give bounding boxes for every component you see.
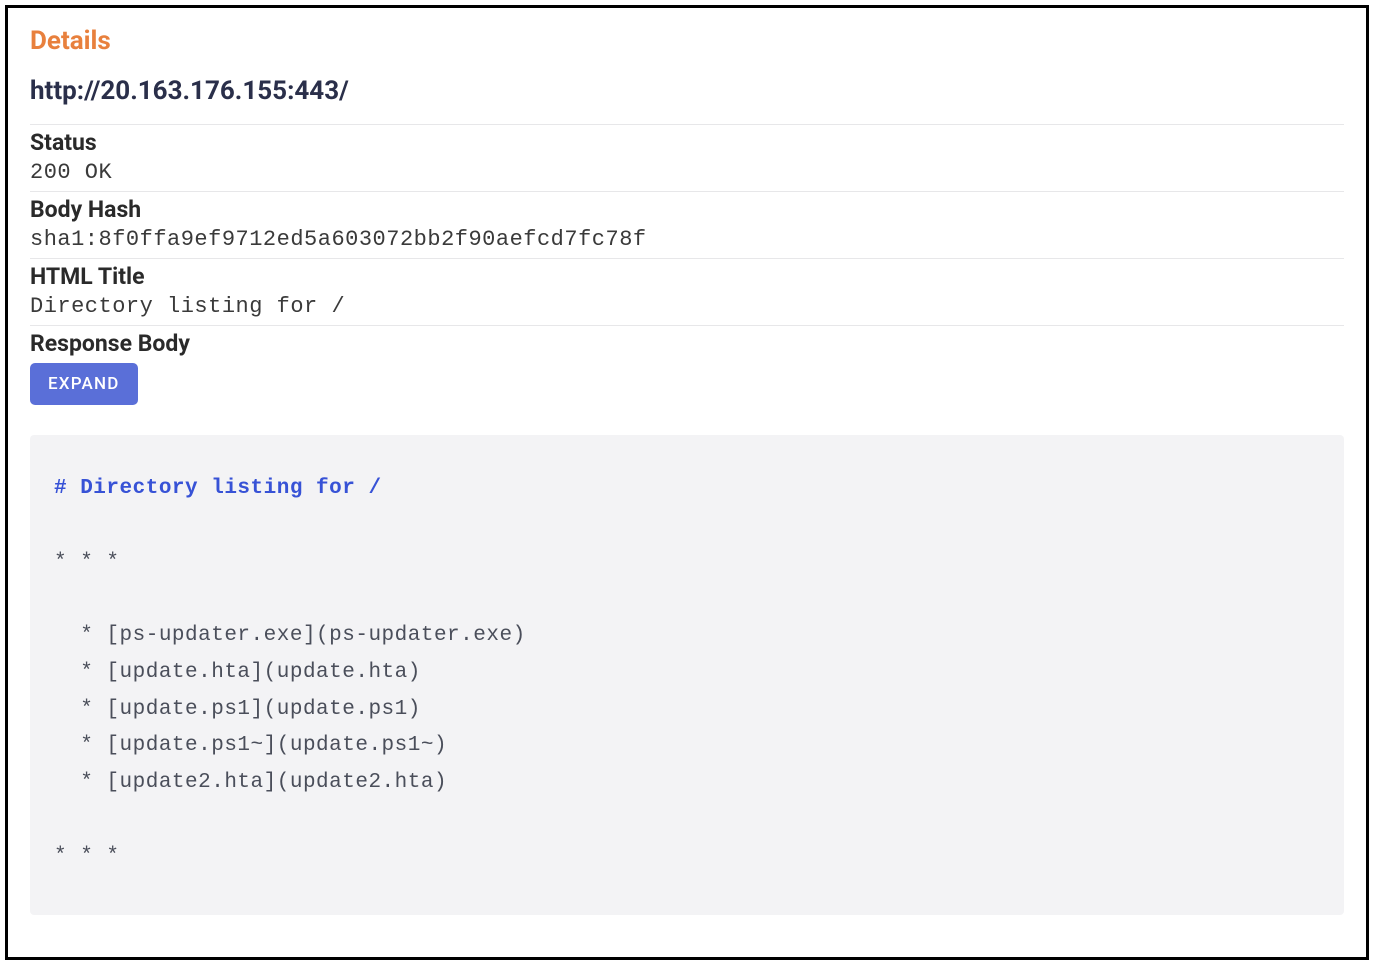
response-body-content: # Directory listing for / * * * * [ps-up…	[30, 435, 1344, 915]
html-title-value: Directory listing for /	[30, 294, 1344, 325]
response-divider-top: * * *	[54, 551, 120, 574]
response-body-label: Response Body	[30, 326, 1344, 361]
status-section: Status 200 OK	[30, 124, 1344, 191]
status-value: 200 OK	[30, 160, 1344, 191]
response-item: * [update2.hta](update2.hta)	[54, 771, 447, 794]
status-label: Status	[30, 125, 1344, 160]
body-hash-value: sha1:8f0ffa9ef9712ed5a603072bb2f90aefcd7…	[30, 227, 1344, 258]
html-title-section: HTML Title Directory listing for /	[30, 258, 1344, 325]
section-title: Details	[30, 26, 1344, 56]
response-item: * [update.ps1](update.ps1)	[54, 698, 421, 721]
target-url: http://20.163.176.155:443/	[30, 76, 1344, 110]
html-title-label: HTML Title	[30, 259, 1344, 294]
response-divider-bottom: * * *	[54, 845, 120, 868]
response-heading: # Directory listing for /	[54, 477, 382, 500]
response-item: * [update.ps1~](update.ps1~)	[54, 734, 447, 757]
body-hash-label: Body Hash	[30, 192, 1344, 227]
expand-button[interactable]: EXPAND	[30, 363, 138, 405]
response-item: * [update.hta](update.hta)	[54, 661, 421, 684]
details-panel: Details http://20.163.176.155:443/ Statu…	[5, 5, 1369, 960]
response-item: * [ps-updater.exe](ps-updater.exe)	[54, 624, 526, 647]
response-body-section: Response Body EXPAND # Directory listing…	[30, 325, 1344, 915]
body-hash-section: Body Hash sha1:8f0ffa9ef9712ed5a603072bb…	[30, 191, 1344, 258]
